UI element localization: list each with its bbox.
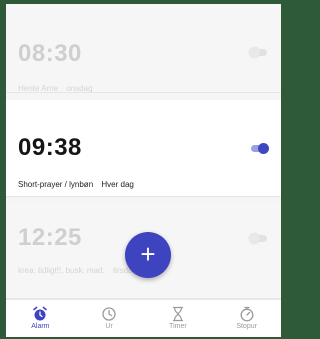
alarm-screen: 08:30 Hente Arne onsdag 09:38 Short-pray… — [6, 4, 281, 337]
alarm-toggle[interactable] — [249, 233, 269, 244]
alarm-meta: krea: tidligt!!, busk, mad. tirsdag — [18, 266, 143, 275]
alarm-time: 09:38 — [18, 134, 82, 161]
alarm-toggle[interactable] — [249, 143, 269, 154]
alarm-meta: Hente Arne onsdag — [18, 84, 99, 93]
alarm-card-2[interactable]: 09:38 Short-prayer / lynbøn Hver dag — [6, 100, 281, 197]
alarm-repeat: onsdag — [66, 84, 93, 93]
alarm-label: krea: tidligt!!, busk, mad. — [18, 266, 105, 275]
bottom-nav: Alarm Ur Timer Stopur — [6, 299, 281, 337]
clock-icon — [102, 307, 116, 321]
stopwatch-icon — [240, 306, 254, 322]
alarm-label: Short-prayer / lynbøn — [18, 180, 94, 189]
add-alarm-button[interactable]: + — [125, 232, 171, 278]
alarm-time: 12:25 — [18, 224, 82, 251]
nav-item-stopwatch[interactable]: Stopur — [212, 300, 281, 337]
plus-icon: + — [140, 239, 156, 269]
nav-label-timer: Timer — [169, 323, 187, 330]
hourglass-icon — [172, 306, 184, 322]
alarm-meta: Short-prayer / lynbøn Hver dag — [18, 180, 140, 189]
nav-label-clock: Ur — [105, 323, 113, 330]
nav-item-alarm[interactable]: Alarm — [6, 300, 75, 337]
alarm-label: Hente Arne — [18, 84, 59, 93]
alarm-time: 08:30 — [18, 40, 82, 67]
nav-label-stopwatch: Stopur — [236, 323, 257, 330]
nav-label-alarm: Alarm — [31, 323, 50, 330]
alarm-toggle[interactable] — [249, 47, 269, 58]
nav-item-timer[interactable]: Timer — [144, 300, 213, 337]
nav-item-clock[interactable]: Ur — [75, 300, 144, 337]
alarm-repeat: Hver dag — [101, 180, 134, 189]
alarm-clock-icon — [33, 306, 48, 321]
alarm-card-1[interactable]: 08:30 Hente Arne onsdag — [6, 4, 281, 93]
